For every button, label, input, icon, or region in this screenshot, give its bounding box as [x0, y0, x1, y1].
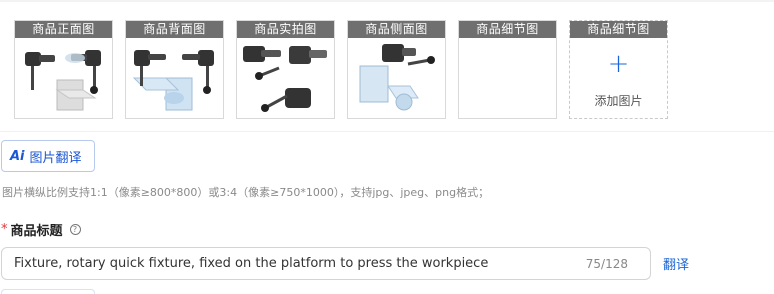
title-label-row: * 商品标题 ?: [1, 220, 81, 239]
image-slot-label: 商品背面图: [126, 21, 223, 38]
fixture-back-photo: [126, 38, 223, 118]
image-slot-front[interactable]: 商品正面图: [14, 20, 113, 119]
image-slot-label: 商品侧面图: [348, 21, 445, 38]
product-title-input[interactable]: Fixture, rotary quick fixture, fixed on …: [1, 247, 651, 280]
fixture-side-photo: [348, 38, 445, 118]
image-translate-button[interactable]: Ai 图片翻译: [1, 140, 95, 172]
product-title-value[interactable]: Fixture, rotary quick fixture, fixed on …: [14, 256, 586, 271]
add-image-label[interactable]: 添加图片: [570, 92, 667, 109]
image-slot-back[interactable]: 商品背面图: [125, 20, 224, 119]
required-mark: *: [1, 222, 8, 237]
translate-link[interactable]: 翻译: [663, 254, 689, 273]
fixture-front-photo: [15, 38, 112, 118]
ai-icon: Ai: [10, 148, 25, 164]
top-divider: [0, 0, 774, 2]
image-slot-side[interactable]: 商品侧面图: [347, 20, 446, 119]
image-format-hint: 图片横纵比例支持1:1（像素≥800*800）或3:4（像素≥750*1000）…: [2, 186, 490, 199]
character-count: 75/128: [585, 256, 628, 271]
plus-icon[interactable]: +: [570, 51, 667, 77]
add-image-slot[interactable]: 商品细节图 + 添加图片: [569, 20, 668, 119]
help-icon[interactable]: ?: [69, 224, 81, 235]
image-slot-detail[interactable]: 商品细节图: [458, 20, 557, 119]
image-slot-real[interactable]: 商品实拍图: [236, 20, 335, 119]
image-translate-label: 图片翻译: [29, 150, 82, 166]
section-divider: [0, 131, 774, 132]
image-slot-label: 商品正面图: [15, 21, 112, 38]
next-button-partial[interactable]: [1, 289, 95, 294]
image-slot-label: 商品实拍图: [237, 21, 334, 38]
title-label: 商品标题: [10, 224, 63, 239]
image-slot-label: 商品细节图: [459, 21, 556, 38]
fixture-real-photo: [237, 38, 334, 118]
image-slot-label: 商品细节图: [570, 21, 667, 38]
